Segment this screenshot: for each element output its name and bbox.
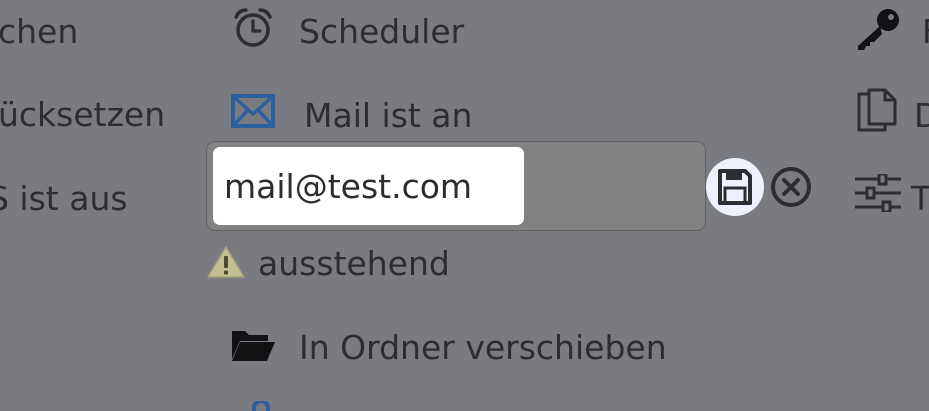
mail-menu-item[interactable]: Mail ist an [304,96,472,136]
warning-triangle-icon [207,246,245,278]
floppy-disk-icon [718,169,752,205]
right-menu-item-1[interactable]: F [922,12,929,52]
key-icon [858,9,899,50]
left-menu-item-1[interactable]: chen [0,12,78,52]
right-menu-item-2[interactable]: D [914,96,929,136]
lock-icon [252,401,270,411]
close-circle-icon [771,167,811,207]
left-menu-item-3[interactable]: S ist aus [0,179,128,219]
save-button[interactable] [706,158,764,216]
document-copy-icon [857,88,897,132]
envelope-icon [231,94,275,128]
right-menu-item-3[interactable]: T [911,179,929,219]
status-label: ausstehend [258,244,450,283]
left-menu-item-2[interactable]: ücksetzen [0,95,165,135]
move-to-folder-menu-item[interactable]: In Ordner verschieben [299,328,667,368]
email-input[interactable] [213,147,524,225]
folder-open-icon [232,331,275,361]
sliders-icon [855,174,901,212]
scheduler-menu-item[interactable]: Scheduler [299,12,464,52]
cancel-button[interactable] [766,162,816,212]
alarm-clock-icon [234,8,272,47]
